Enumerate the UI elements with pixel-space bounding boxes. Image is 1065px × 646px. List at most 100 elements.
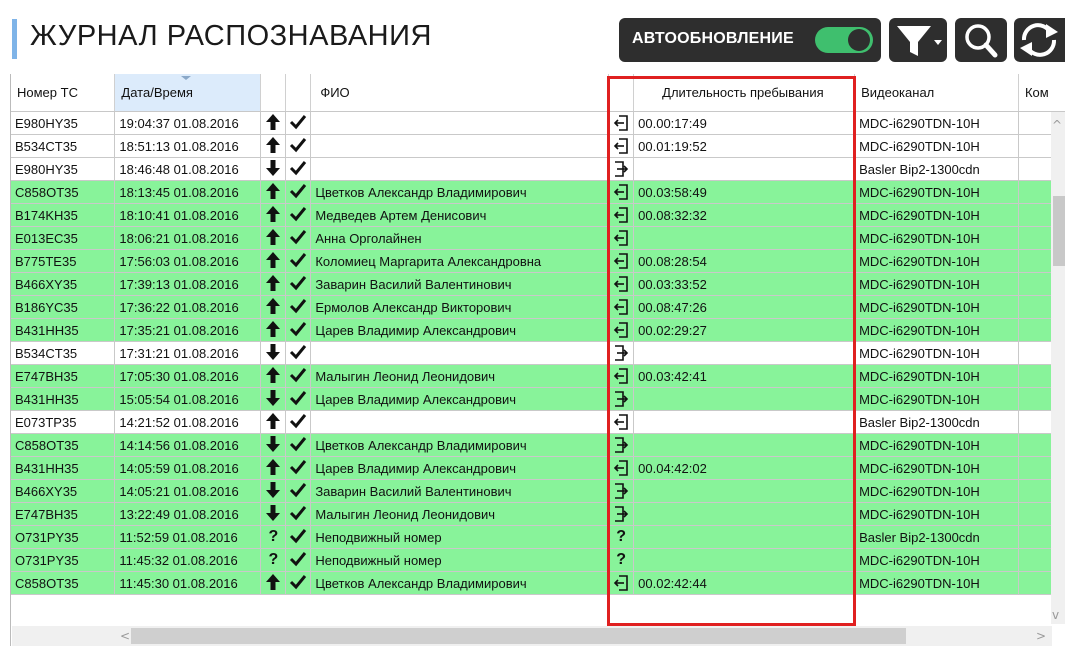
cell-direction — [260, 410, 287, 434]
cell-status — [285, 548, 312, 572]
unknown-entry-icon: ? — [616, 551, 627, 568]
table-row[interactable]: B775TE35 17:56:03 01.08.2016 Коломиец Марг… — [11, 249, 1065, 273]
table-row[interactable]: E980HY35 19:04:37 01.08.2016 00.00:17:49 MD… — [11, 111, 1065, 135]
horizontal-scrollbar-thumb[interactable] — [131, 628, 906, 644]
table-row[interactable]: B466XY35 14:05:21 01.08.2016 Заварин Васил… — [11, 479, 1065, 503]
cell-status — [285, 502, 312, 526]
auto-refresh-toggle-button[interactable]: АВТООБНОВЛЕНИЕ — [619, 18, 881, 62]
cell-name: Неподвижный номер — [310, 525, 610, 549]
cell-datetime: 17:31:21 01.08.2016 — [114, 341, 262, 365]
table-row[interactable]: E747BH35 13:22:49 01.08.2016 Малыгин Леони… — [11, 502, 1065, 526]
scroll-right-icon[interactable]: > — [1036, 629, 1046, 643]
check-icon — [290, 229, 307, 244]
cell-direction — [260, 180, 287, 204]
column-header-channel[interactable]: Видеоканал — [854, 74, 1019, 112]
cell-datetime: 18:51:13 01.08.2016 — [114, 134, 262, 158]
column-header-plate[interactable]: Номер ТС — [11, 74, 116, 112]
recognition-log-table: Номер ТС Дата/Время ФИО Длительность пре… — [11, 74, 1065, 595]
table-row[interactable]: C858OT35 11:45:30 01.08.2016 Цветков Алекс… — [11, 571, 1065, 595]
table-row[interactable]: O731PY35 11:45:32 01.08.2016? Неподвижный … — [11, 548, 1065, 572]
arrow-up-icon — [266, 412, 281, 429]
vertical-scrollbar[interactable] — [1051, 112, 1065, 624]
check-icon — [290, 367, 307, 382]
cell-direction — [260, 502, 287, 526]
filter-button[interactable] — [889, 18, 947, 62]
cell-duration — [633, 433, 856, 457]
cell-channel: MDC-i6290TDN-10H — [854, 456, 1019, 480]
cell-name: Анна Орголайнен — [310, 226, 610, 250]
column-header-name[interactable]: ФИО — [310, 74, 610, 112]
check-icon — [290, 160, 307, 175]
cell-entry — [608, 203, 635, 227]
column-header-direction[interactable] — [260, 74, 287, 112]
table-row[interactable]: B466XY35 17:39:13 01.08.2016 Заварин Васил… — [11, 272, 1065, 296]
table-row[interactable]: E747BH35 17:05:30 01.08.2016 Малыгин Леони… — [11, 364, 1065, 388]
table-row[interactable]: B186YC35 17:36:22 01.08.2016 Ермолов Алекс… — [11, 295, 1065, 319]
cell-direction: ? — [260, 525, 287, 549]
cell-datetime: 11:45:32 01.08.2016 — [114, 548, 262, 572]
table-row[interactable]: B534CT35 17:31:21 01.08.2016 MDC-i6290TDN-… — [11, 341, 1065, 365]
refresh-button[interactable] — [1014, 18, 1065, 62]
column-header-comment[interactable]: Ком — [1018, 74, 1065, 112]
cell-duration: 00.01:19:52 — [633, 134, 856, 158]
table-row[interactable]: B431HH35 14:05:59 01.08.2016 Царев Владими… — [11, 456, 1065, 480]
scroll-left-icon[interactable]: < — [120, 629, 130, 643]
cell-entry — [608, 134, 635, 158]
scroll-up-icon[interactable]: ^ — [1052, 118, 1062, 132]
cell-entry — [608, 502, 635, 526]
table-row[interactable]: C858OT35 18:13:45 01.08.2016 Цветков Алекс… — [11, 180, 1065, 204]
check-icon — [290, 551, 307, 566]
cell-name — [310, 410, 610, 434]
column-header-duration[interactable]: Длительность пребывания — [633, 74, 856, 112]
table-row[interactable]: B431HH35 17:35:21 01.08.2016 Царев Владими… — [11, 318, 1065, 342]
cell-channel: MDC-i6290TDN-10H — [854, 364, 1019, 388]
table-row[interactable]: E980HY35 18:46:48 01.08.2016 Basler Bip2-1… — [11, 157, 1065, 181]
table-row[interactable]: E073TP35 14:21:52 01.08.2016 Basler Bip2-1… — [11, 410, 1065, 434]
table-row[interactable]: E013EC35 18:06:21 01.08.2016 Анна Орголайн… — [11, 226, 1065, 250]
cell-channel: MDC-i6290TDN-10H — [854, 249, 1019, 273]
cell-plate: E980HY35 — [11, 111, 116, 135]
cell-direction — [260, 318, 287, 342]
column-header-datetime[interactable]: Дата/Время — [114, 74, 262, 112]
cell-entry: ? — [608, 548, 635, 572]
cell-name — [310, 157, 610, 181]
arrow-up-icon — [266, 573, 281, 590]
cell-duration: 00.08:32:32 — [633, 203, 856, 227]
arrow-up-icon — [266, 297, 281, 314]
cell-status — [285, 180, 312, 204]
cell-name: Царев Владимир Александрович — [310, 387, 610, 411]
table-row[interactable]: B431HH35 15:05:54 01.08.2016 Царев Владими… — [11, 387, 1065, 411]
table-row[interactable]: O731PY35 11:52:59 01.08.2016? Неподвижный … — [11, 525, 1065, 549]
column-header-entry[interactable] — [608, 74, 635, 112]
cell-duration — [633, 341, 856, 365]
cell-name: Цветков Александр Владимирович — [310, 180, 610, 204]
cell-channel: MDC-i6290TDN-10H — [854, 502, 1019, 526]
check-icon — [290, 528, 307, 543]
cell-name: Медведев Артем Денисович — [310, 203, 610, 227]
table-row[interactable]: B174KH35 18:10:41 01.08.2016 Медведев Арте… — [11, 203, 1065, 227]
table-row[interactable]: B534CT35 18:51:13 01.08.2016 00.01:19:52 MD… — [11, 134, 1065, 158]
cell-direction — [260, 571, 287, 595]
scroll-down-icon[interactable]: v — [1052, 608, 1059, 622]
vertical-scrollbar-thumb[interactable] — [1053, 196, 1065, 266]
entry-in-icon — [614, 138, 628, 154]
cell-name: Царев Владимир Александрович — [310, 456, 610, 480]
cell-duration: 00.03:42:41 — [633, 364, 856, 388]
cell-status — [285, 157, 312, 181]
cell-entry — [608, 272, 635, 296]
cell-channel: MDC-i6290TDN-10H — [854, 318, 1019, 342]
arrow-up-icon — [266, 320, 281, 337]
cell-name: Цветков Александр Владимирович — [310, 571, 610, 595]
cell-channel: MDC-i6290TDN-10H — [854, 387, 1019, 411]
search-button[interactable] — [955, 18, 1007, 62]
column-header-status[interactable] — [285, 74, 312, 112]
cell-name — [310, 341, 610, 365]
cell-plate: E747BH35 — [11, 502, 116, 526]
check-icon — [290, 482, 307, 497]
table-row[interactable]: C858OT35 14:14:56 01.08.2016 Цветков Алекс… — [11, 433, 1065, 457]
cell-entry — [608, 364, 635, 388]
auto-refresh-switch[interactable] — [815, 27, 873, 53]
cell-datetime: 17:56:03 01.08.2016 — [114, 249, 262, 273]
cell-datetime: 11:45:30 01.08.2016 — [114, 571, 262, 595]
arrow-up-icon — [266, 136, 281, 153]
